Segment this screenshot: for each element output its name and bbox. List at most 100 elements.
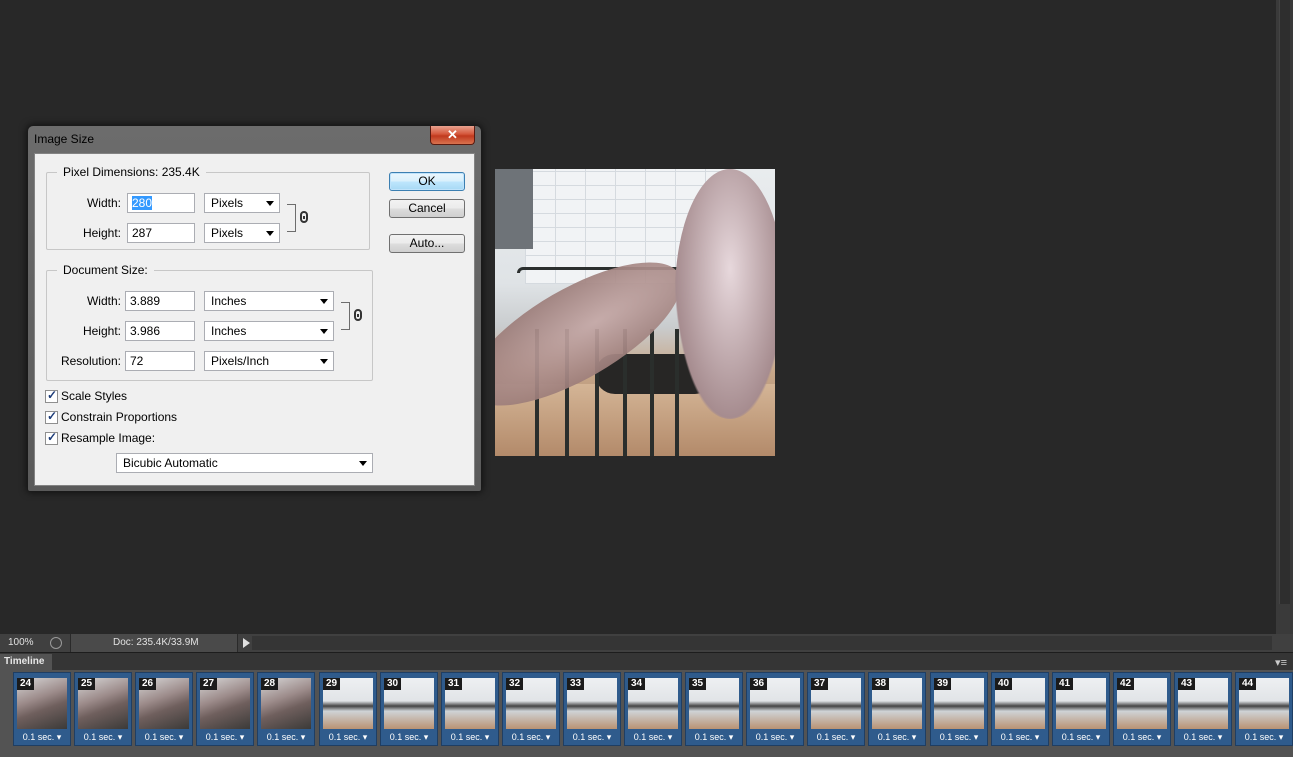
timeline-frame[interactable]: 36 0.1 sec. ▾	[746, 672, 804, 746]
timeline-frame[interactable]: 44 0.1 sec. ▾	[1235, 672, 1293, 746]
pixel-width-unit-select[interactable]: Pixels	[204, 193, 280, 213]
frame-number: 26	[139, 678, 157, 690]
timeline-frame[interactable]: 38 0.1 sec. ▾	[868, 672, 926, 746]
constrain-proportions-checkbox[interactable]	[45, 409, 58, 424]
timeline-frame[interactable]: 42 0.1 sec. ▾	[1113, 672, 1171, 746]
frame-delay: 0.1 sec.	[1183, 732, 1216, 742]
timeline-frame[interactable]: 26 0.1 sec. ▾	[135, 672, 193, 746]
document-canvas[interactable]	[495, 169, 775, 456]
frame-delay-select[interactable]: 0.1 sec. ▾	[14, 732, 70, 743]
resample-image-label: Resample Image:	[61, 431, 156, 445]
timeline-frame[interactable]: 35 0.1 sec. ▾	[685, 672, 743, 746]
pixel-dimensions-group: Pixel Dimensions: 235.4K Width: 280 Pixe…	[46, 165, 370, 250]
frame-delay-select[interactable]: 0.1 sec. ▾	[1053, 732, 1109, 743]
frame-delay: 0.1 sec.	[755, 732, 788, 742]
frame-delay-select[interactable]: 0.1 sec. ▾	[686, 732, 742, 743]
frame-delay-select[interactable]: 0.1 sec. ▾	[992, 732, 1048, 743]
chevron-down-icon: ▾	[360, 732, 368, 742]
zoom-level[interactable]: 100%	[8, 637, 34, 648]
frame-number: 33	[567, 678, 585, 690]
doc-width-unit: Inches	[211, 294, 247, 308]
panel-menu-icon[interactable]: ▾≡	[1275, 656, 1287, 669]
frame-delay-select[interactable]: 0.1 sec. ▾	[136, 732, 192, 743]
pixel-height-input[interactable]: 287	[127, 223, 195, 243]
doc-width-unit-select[interactable]: Inches	[204, 291, 334, 311]
timeline-frame[interactable]: 43 0.1 sec. ▾	[1174, 672, 1232, 746]
timeline-frame[interactable]: 24 0.1 sec. ▾	[13, 672, 71, 746]
frame-delay-select[interactable]: 0.1 sec. ▾	[320, 732, 376, 743]
timeline-frame[interactable]: 41 0.1 sec. ▾	[1052, 672, 1110, 746]
resolution-unit-select[interactable]: Pixels/Inch	[204, 351, 334, 371]
frame-delay-select[interactable]: 0.1 sec. ▾	[564, 732, 620, 743]
chevron-down-icon: ▾	[237, 732, 245, 742]
chevron-down-icon: ▾	[1154, 732, 1162, 742]
timeline-frame[interactable]: 33 0.1 sec. ▾	[563, 672, 621, 746]
timeline-frame[interactable]: 32 0.1 sec. ▾	[502, 672, 560, 746]
status-menu-arrow-icon[interactable]	[243, 638, 250, 648]
frame-number: 27	[200, 678, 218, 690]
chevron-down-icon	[320, 359, 328, 364]
canvas-wall-frame	[495, 169, 533, 249]
document-size-title: Document Size:	[57, 263, 154, 277]
pixel-height-value: 287	[132, 226, 153, 240]
frame-delay-select[interactable]: 0.1 sec. ▾	[1236, 732, 1292, 743]
resolution-unit: Pixels/Inch	[211, 354, 270, 368]
resample-image-checkbox[interactable]	[45, 430, 58, 445]
chevron-down-icon	[320, 299, 328, 304]
frame-delay-select[interactable]: 0.1 sec. ▾	[808, 732, 864, 743]
ok-button[interactable]: OK	[389, 172, 465, 191]
timeline-frame[interactable]: 34 0.1 sec. ▾	[624, 672, 682, 746]
frame-delay-select[interactable]: 0.1 sec. ▾	[503, 732, 559, 743]
doc-width-input[interactable]: 3.889	[125, 291, 195, 311]
frame-delay-select[interactable]: 0.1 sec. ▾	[442, 732, 498, 743]
doc-info-box[interactable]: Doc: 235.4K/33.9M	[70, 634, 238, 652]
cancel-button[interactable]: Cancel	[389, 199, 465, 218]
frame-delay: 0.1 sec.	[816, 732, 849, 742]
frame-delay-select[interactable]: 0.1 sec. ▾	[197, 732, 253, 743]
timeline-frame[interactable]: 40 0.1 sec. ▾	[991, 672, 1049, 746]
timeline-frame[interactable]: 28 0.1 sec. ▾	[257, 672, 315, 746]
frame-number: 38	[872, 678, 890, 690]
frame-delay-select[interactable]: 0.1 sec. ▾	[869, 732, 925, 743]
timeline-frame[interactable]: 27 0.1 sec. ▾	[196, 672, 254, 746]
pixel-height-unit-select[interactable]: Pixels	[204, 223, 280, 243]
canvas-finger-blur	[675, 169, 775, 419]
pixel-width-unit: Pixels	[211, 196, 244, 210]
pixel-width-label: Width:	[86, 196, 121, 210]
frame-number: 32	[506, 678, 524, 690]
timeline-frame[interactable]: 30 0.1 sec. ▾	[380, 672, 438, 746]
resolution-input[interactable]: 72	[125, 351, 195, 371]
vertical-scrollbar[interactable]	[1276, 0, 1293, 634]
frame-delay-select[interactable]: 0.1 sec. ▾	[381, 732, 437, 743]
pixel-width-input[interactable]: 280	[127, 193, 195, 213]
doc-width-label: Width:	[86, 294, 121, 308]
frame-delay-select[interactable]: 0.1 sec. ▾	[1114, 732, 1170, 743]
auto-button[interactable]: Auto...	[389, 234, 465, 253]
tab-timeline[interactable]: Timeline	[0, 654, 52, 671]
chain-link-icon	[300, 211, 308, 223]
frame-delay-select[interactable]: 0.1 sec. ▾	[258, 732, 314, 743]
frame-delay-select[interactable]: 0.1 sec. ▾	[75, 732, 131, 743]
frame-number: 39	[934, 678, 952, 690]
scale-styles-checkbox[interactable]	[45, 388, 58, 403]
status-circle-icon[interactable]	[50, 637, 62, 649]
doc-height-input[interactable]: 3.986	[125, 321, 195, 341]
timeline-frame[interactable]: 31 0.1 sec. ▾	[441, 672, 499, 746]
frame-delay-select[interactable]: 0.1 sec. ▾	[931, 732, 987, 743]
frame-number: 43	[1178, 678, 1196, 690]
timeline-frame[interactable]: 39 0.1 sec. ▾	[930, 672, 988, 746]
frame-delay-select[interactable]: 0.1 sec. ▾	[1175, 732, 1231, 743]
frame-delay: 0.1 sec.	[450, 732, 483, 742]
horizontal-scrollbar[interactable]	[252, 636, 1272, 650]
close-button[interactable]: ✕	[430, 126, 475, 145]
timeline-frame[interactable]: 37 0.1 sec. ▾	[807, 672, 865, 746]
frame-number: 41	[1056, 678, 1074, 690]
timeline-frame[interactable]: 25 0.1 sec. ▾	[74, 672, 132, 746]
frame-delay-select[interactable]: 0.1 sec. ▾	[625, 732, 681, 743]
frame-delay: 0.1 sec.	[1061, 732, 1094, 742]
resample-method-select[interactable]: Bicubic Automatic	[116, 453, 373, 473]
timeline-frame[interactable]: 29 0.1 sec. ▾	[319, 672, 377, 746]
scrollbar-thumb[interactable]	[1279, 0, 1290, 604]
doc-height-unit-select[interactable]: Inches	[204, 321, 334, 341]
frame-delay-select[interactable]: 0.1 sec. ▾	[747, 732, 803, 743]
